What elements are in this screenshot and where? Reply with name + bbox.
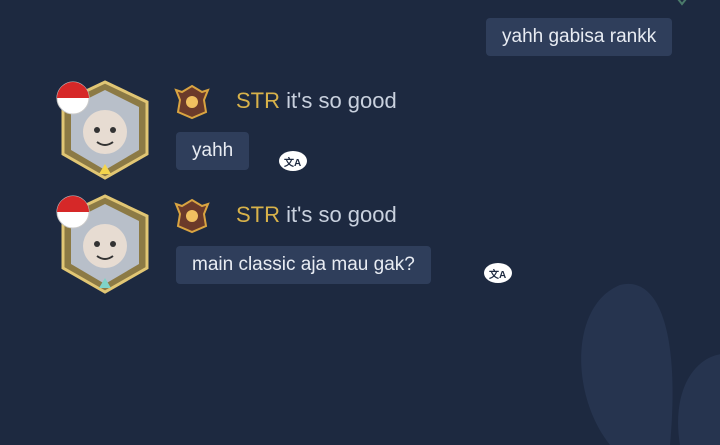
outgoing-message-bubble[interactable]: yahh gabisa rankk [486,18,673,56]
outgoing-message-text: yahh gabisa rankk [502,26,657,47]
translate-icon[interactable]: 文A [483,262,513,284]
sender-name[interactable]: STR [236,88,280,113]
svg-text:文A: 文A [489,268,506,281]
message-bubble[interactable]: yahh [176,132,250,170]
avatar[interactable] [55,194,155,294]
sender-status: it's so good [286,88,397,113]
rank-emblem-icon [174,84,210,120]
message-text: yahh [192,140,234,161]
message-text: main classic aja mau gak? [192,254,415,275]
sender-line: STR it's so good [236,88,397,114]
svg-text:文A: 文A [284,156,301,169]
chat-message: STR it's so good main classic aja mau ga… [0,194,720,304]
sender-name[interactable]: STR [236,202,280,227]
message-bubble[interactable]: main classic aja mau gak? [176,246,431,284]
chat-message: STR it's so good yahh 文A [0,80,720,190]
translate-icon[interactable]: 文A [278,150,308,172]
rank-emblem-icon [174,198,210,234]
avatar[interactable] [55,80,155,180]
partial-icon-top [677,0,687,6]
sender-status: it's so good [286,202,397,227]
sender-line: STR it's so good [236,202,397,228]
